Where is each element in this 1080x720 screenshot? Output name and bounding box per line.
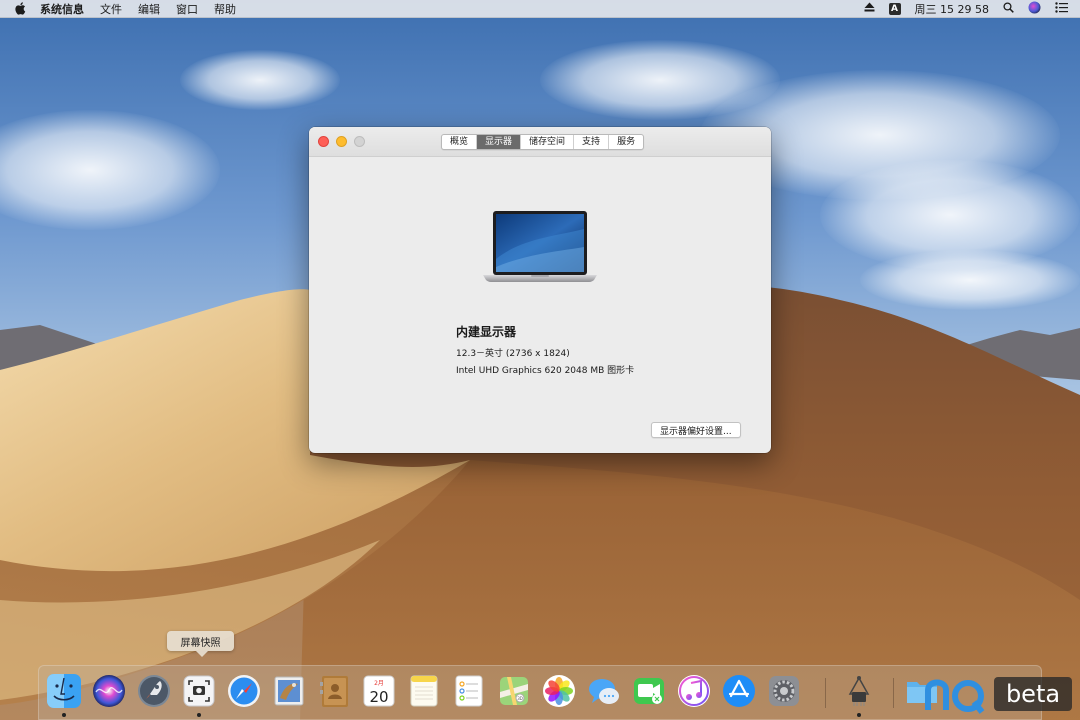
dock-separator (825, 678, 826, 708)
dock-tooltip: 屏幕快照 (167, 631, 234, 657)
notes-icon[interactable] (405, 672, 443, 710)
apple-logo-icon[interactable] (12, 2, 28, 15)
facetime-icon[interactable] (630, 672, 668, 710)
reminders-icon[interactable] (450, 672, 488, 710)
system-preferences-icon[interactable] (765, 672, 803, 710)
messages-icon[interactable] (585, 672, 623, 710)
displays-panel: 内建显示器 12.3－英寸 (2736 x 1824) Intel UHD Gr… (309, 157, 771, 453)
close-button[interactable] (318, 136, 329, 147)
siri-icon[interactable] (90, 672, 128, 710)
display-preferences-button[interactable]: 显示器偏好设置... (651, 422, 741, 438)
beta-watermark: beta (994, 677, 1072, 711)
display-name: 内建显示器 (456, 325, 517, 339)
menu-file[interactable]: 文件 (100, 1, 122, 17)
finder-icon[interactable] (45, 672, 83, 717)
tab-bar: 概览 显示器 储存空间 支持 服务 (441, 134, 645, 150)
notification-center-icon[interactable] (1055, 1, 1068, 16)
dock: 2月 20 3D (38, 665, 1042, 720)
window-controls (318, 136, 365, 147)
maps-icon[interactable]: 3D (495, 672, 533, 710)
tab-support[interactable]: 支持 (574, 135, 610, 149)
minimize-button[interactable] (336, 136, 347, 147)
laptop-display-icon (483, 211, 597, 282)
eject-icon[interactable] (864, 2, 875, 15)
svg-text:3D: 3D (517, 696, 523, 701)
dock-separator (893, 678, 894, 708)
launchpad-icon[interactable] (135, 672, 173, 710)
tab-displays[interactable]: 显示器 (477, 135, 522, 149)
menubar-clock[interactable]: 周三 15 29 58 (915, 1, 989, 17)
spotlight-search-icon[interactable] (1003, 1, 1014, 16)
calendar-month: 2月 (374, 680, 384, 687)
siri-menubar-icon[interactable] (1028, 1, 1041, 17)
itunes-icon[interactable] (675, 672, 713, 710)
menu-help[interactable]: 帮助 (214, 1, 236, 17)
mail-icon[interactable] (270, 672, 308, 710)
photos-icon[interactable] (540, 672, 578, 710)
menu-window[interactable]: 窗口 (176, 1, 198, 17)
tab-overview[interactable]: 概览 (442, 135, 478, 149)
safari-icon[interactable] (225, 672, 263, 710)
window-titlebar[interactable]: 概览 显示器 储存空间 支持 服务 (309, 127, 771, 157)
app-store-icon[interactable] (720, 672, 758, 710)
calendar-day: 20 (369, 688, 388, 706)
graphics-card-info: Intel UHD Graphics 620 2048 MB 图形卡 (456, 366, 635, 376)
watermark-logo (925, 679, 985, 714)
system-information-icon[interactable] (840, 672, 878, 717)
menu-system-information[interactable]: 系统信息 (40, 1, 84, 17)
tab-service[interactable]: 服务 (609, 135, 643, 149)
menu-bar: 系统信息 文件 编辑 窗口 帮助 A 周三 15 29 58 (0, 0, 1080, 18)
zoom-button[interactable] (354, 136, 365, 147)
about-this-mac-window: 概览 显示器 储存空间 支持 服务 内建显示器 12.3－英寸 (2736 x … (309, 127, 771, 453)
tab-storage[interactable]: 储存空间 (521, 135, 575, 149)
calendar-icon[interactable]: 2月 20 (360, 672, 398, 710)
screenshot-icon[interactable] (180, 672, 218, 717)
input-source-indicator[interactable]: A (888, 2, 901, 15)
display-size: 12.3－英寸 (2736 x 1824) (456, 349, 570, 359)
contacts-icon[interactable] (315, 672, 353, 710)
menu-edit[interactable]: 编辑 (138, 1, 160, 17)
